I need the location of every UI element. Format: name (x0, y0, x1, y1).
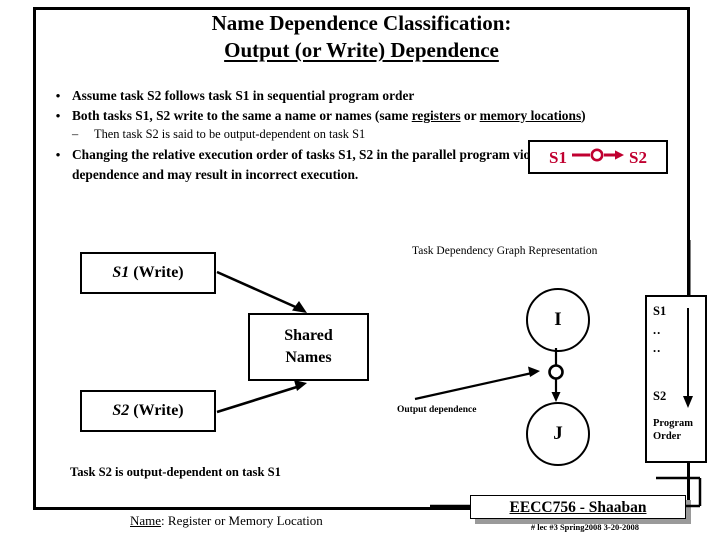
task-s2-write-label: S2 (Write) (112, 401, 183, 421)
shared-names-line-1: Shared (284, 327, 333, 344)
name-legend-rest: : Register or Memory Location (161, 513, 323, 528)
footer-course-label: EECC756 - Shaaban (509, 498, 647, 516)
title-line-1: Name Dependence Classification: (211, 11, 512, 35)
page-title: Name Dependence Classification: Output (… (45, 10, 678, 64)
bullet-item-2: • Both tasks S1, S2 write to the same a … (44, 106, 684, 126)
name-legend-label: Name (130, 513, 162, 528)
bottom-statement: Task S2 is output-dependent on task S1 (70, 465, 281, 479)
notation-left-label: S1 (549, 147, 567, 167)
name-legend: Name: Register or Memory Location (130, 512, 323, 529)
slide-root: Name Dependence Classification: Output (… (0, 0, 720, 540)
program-order-s1: S1 (653, 304, 667, 318)
bullet-2-underline-memory-locations: memory locations (479, 107, 582, 123)
task-dependency-graph-caption: Task Dependency Graph Representation (412, 245, 598, 257)
bullet-marker-icon: • (55, 107, 61, 123)
output-dependence-notation-box: S1 S2 (528, 140, 668, 174)
program-order-caption-line-2: Order (653, 431, 681, 442)
task-s1-write-italic: S1 (112, 264, 130, 281)
bullet-2-part-b: or (460, 107, 480, 123)
bullet-marker-icon: • (55, 147, 61, 162)
task-s1-write-box: S1 (Write) (80, 252, 216, 294)
shared-names-box: Shared Names (248, 313, 369, 381)
footer-sub-label: # lec #3 Spring2008 3-20-2008 (530, 522, 640, 532)
bullet-2-part-a: Both tasks S1, S2 write to the same a na… (72, 107, 412, 123)
bullet-item-2-text: Both tasks S1, S2 write to the same a na… (72, 106, 684, 126)
task-s1-write-rest: (Write) (129, 264, 184, 281)
bullet-item-1-text: Assume task S2 follows task S1 in sequen… (72, 88, 415, 103)
title-line-2: Output (or Write) Dependence (224, 38, 499, 62)
footer-course-box: EECC756 - Shaaban (470, 495, 686, 519)
graph-node-i-label: I (554, 309, 562, 330)
bullet-item-1: • Assume task S2 follows task S1 in sequ… (44, 86, 684, 106)
task-s2-write-box: S2 (Write) (80, 390, 216, 432)
bullet-2-underline-registers: registers (411, 107, 461, 123)
program-order-s2: S2 (653, 389, 667, 403)
graph-node-j-label: J (553, 423, 563, 444)
arrow-with-circle-icon (570, 146, 626, 169)
task-s2-write-italic: S2 (112, 402, 130, 419)
notation-right-label: S2 (629, 147, 647, 167)
graph-node-i: I (526, 288, 590, 352)
task-s1-write-label: S1 (Write) (112, 263, 183, 283)
program-order-dots-2: .. (653, 341, 662, 355)
shared-names-label: Shared Names (284, 325, 333, 369)
program-order-caption-line-1: Program (653, 418, 694, 429)
graph-node-j: J (526, 402, 590, 466)
bullet-2-part-c: ) (581, 107, 586, 123)
task-s2-write-rest: (Write) (129, 402, 184, 419)
shared-names-line-2: Names (285, 349, 332, 366)
sub-bullet-dash-icon: – (72, 127, 79, 141)
bullet-marker-icon: • (55, 88, 61, 103)
output-dependence-caption: Output dependence (397, 405, 477, 415)
program-order-box: S1 .. .. S2 Program Order (645, 295, 707, 463)
program-order-caption: Program Order (653, 417, 693, 443)
program-order-dots-1: .. (653, 323, 662, 337)
